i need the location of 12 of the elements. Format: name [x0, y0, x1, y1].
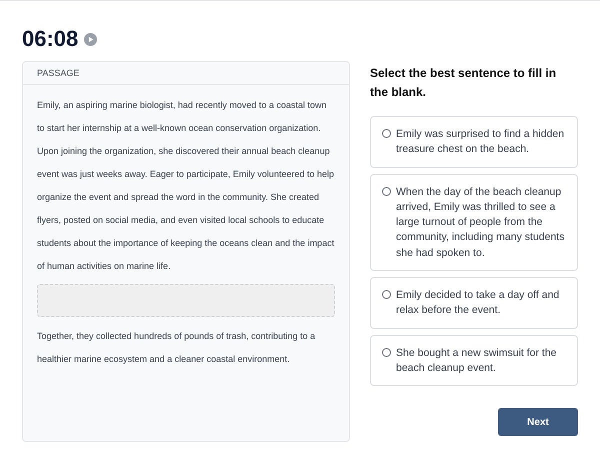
blank-slot[interactable] — [37, 284, 335, 317]
passage-text: Emily, an aspiring marine biologist, had recently moved to a coastal town to start her internship at a well-known ocean conservation organization. Upon joining the organization, she discovered their annual beach cleanup event was just weeks away. Eager to participate, Emily volunteered to help organize the event and spread the word in the community. She created flyers, posted on social media, and even visited local schools to educate students about the importance of keeping the oceans clean and the impact of human activities on marine life. — [37, 99, 335, 273]
next-button[interactable]: Next — [498, 408, 578, 436]
passage-text: Together, they collected hundreds of pounds of trash, contributing to a healthier marine ecosystem and a cleaner coastal environment. — [37, 330, 316, 366]
play-icon[interactable] — [84, 32, 98, 46]
passage-header: PASSAGE — [37, 68, 80, 78]
answer-option[interactable]: She bought a new swimsuit for the beach cleanup event. — [370, 334, 578, 386]
timer: 06:08 — [22, 26, 78, 52]
answer-option[interactable]: Emily decided to take a day off and relax before the event. — [370, 277, 578, 329]
answer-option[interactable]: When the day of the beach cleanup arrived, Emily was thrilled to see a large turnout of people from the community, including many students she had spoken to. — [370, 174, 578, 272]
question-text: Select the best sentence to fill in the blank. — [370, 65, 558, 101]
answer-option[interactable]: Emily was surprised to find a hidden treasure chest on the beach. — [370, 116, 578, 168]
